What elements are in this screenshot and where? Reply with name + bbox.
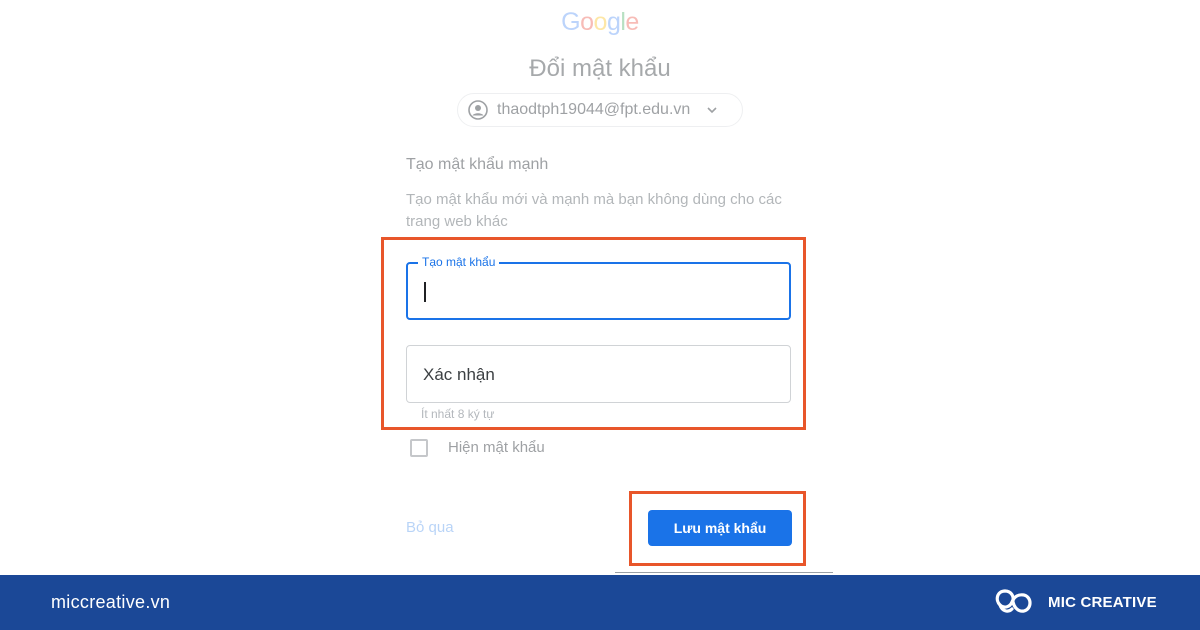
password-fields-highlight [381, 237, 806, 430]
card-divider [615, 572, 833, 573]
footer-website[interactable]: miccreative.vn [51, 592, 170, 613]
skip-link[interactable]: Bỏ qua [406, 519, 454, 536]
footer-bar: miccreative.vn MIC CREATIVE [0, 575, 1200, 630]
section-description: Tạo mật khẩu mới và mạnh mà bạn không dù… [406, 191, 782, 230]
show-password-checkbox[interactable] [410, 439, 428, 457]
logo-letter: g [606, 8, 621, 36]
section-title: Tạo mật khẩu mạnh [406, 156, 549, 173]
brand: MIC CREATIVE [992, 587, 1157, 617]
logo-letter: G [561, 8, 581, 36]
logo-letter: o [580, 8, 594, 36]
account-circle-icon [468, 100, 488, 120]
account-email: thaodtph19044@fpt.edu.vn [497, 101, 691, 118]
google-logo: Google [0, 8, 1200, 37]
page-title: Đổi mật khẩu [529, 55, 671, 82]
save-button-highlight [629, 491, 806, 566]
logo-letter: e [625, 8, 639, 36]
account-chip[interactable]: thaodtph19044@fpt.edu.vn [457, 93, 743, 127]
mic-creative-logo-icon [995, 589, 1032, 613]
brand-name: MIC CREATIVE [1048, 593, 1157, 611]
page: Google Đổi mật khẩu thaodtph19044@fpt.ed… [0, 0, 1200, 630]
show-password-label[interactable]: Hiện mật khẩu [448, 439, 545, 456]
chevron-down-icon [707, 107, 717, 114]
logo-letter: o [593, 8, 608, 36]
